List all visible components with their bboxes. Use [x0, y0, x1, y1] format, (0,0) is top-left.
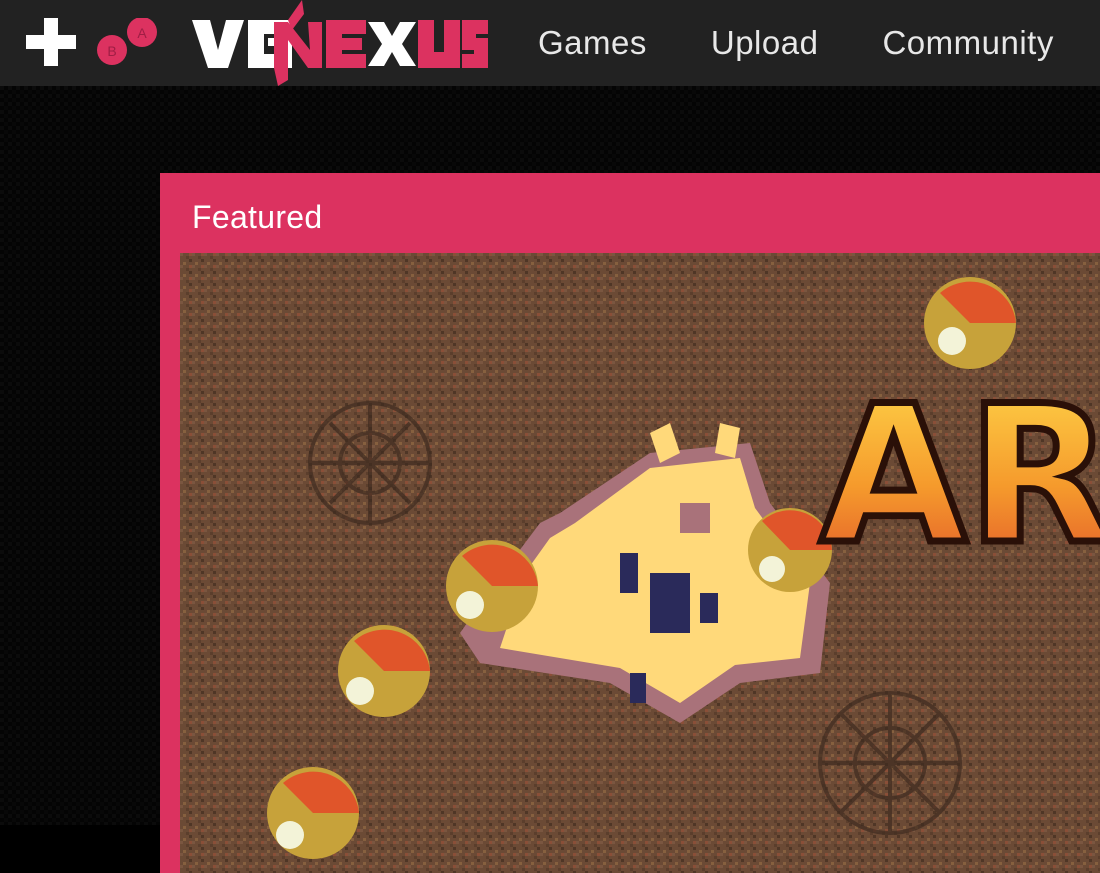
svg-text:A: A	[137, 25, 147, 41]
featured-game-banner[interactable]: AR	[180, 253, 1100, 873]
nav-games-link[interactable]: Games	[538, 24, 647, 62]
svg-text:B: B	[107, 43, 116, 59]
nav-community-link[interactable]: Community	[882, 24, 1053, 62]
main-nav: Games Upload Community	[538, 0, 1100, 86]
featured-heading: Featured	[192, 199, 323, 235]
top-navigation-bar: B A Games Upload Community	[0, 0, 1100, 86]
ground-marking	[308, 401, 432, 525]
orb-sprite	[267, 767, 359, 859]
nav-upload-link[interactable]: Upload	[711, 24, 819, 62]
ground-marking	[818, 691, 962, 835]
orb-sprite	[446, 540, 538, 632]
controller-logo-icon[interactable]: B A	[22, 18, 162, 68]
orb-sprite	[338, 625, 430, 717]
featured-panel: Featured AR	[160, 173, 1100, 873]
game-title-logo: AR	[817, 362, 1100, 590]
featured-game-artwork: AR	[180, 253, 1100, 873]
svg-text:AR: AR	[820, 365, 1100, 586]
orb-sprite	[924, 277, 1016, 369]
vgnexus-wordmark-logo[interactable]	[188, 0, 488, 86]
